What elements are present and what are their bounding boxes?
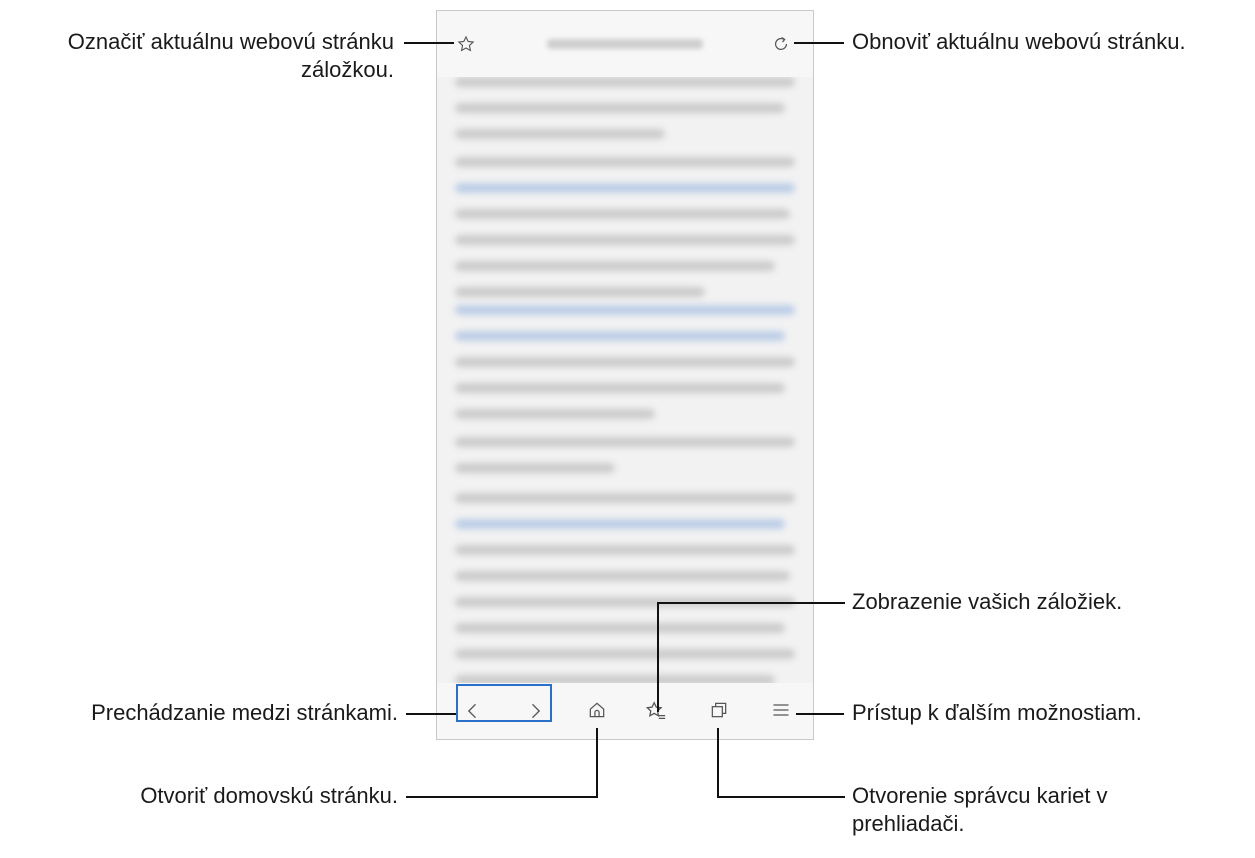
callout-line-home: [406, 796, 598, 798]
callout-tabs-line2: prehliadači.: [852, 811, 965, 836]
callout-bookmarks-view: Zobrazenie vašich záložiek.: [852, 589, 1123, 614]
refresh-icon[interactable]: [771, 34, 791, 54]
callout-line-tabs-vertical: [717, 728, 719, 798]
browser-screen: [436, 10, 814, 740]
navigation-highlight: [456, 684, 552, 722]
callout-line-bookmarks-view: [657, 602, 845, 604]
callout-line-more-options: [796, 713, 844, 715]
callout-more-options: Prístup k ďalším možnostiam.: [852, 700, 1142, 725]
callout-line-home-vertical: [596, 728, 598, 798]
callout-home: Otvoriť domovskú stránku.: [140, 783, 398, 808]
callout-bookmark-line1: Označiť aktuálnu webovú stránku: [67, 29, 394, 54]
callout-line-bookmarks-view-vertical: [657, 602, 659, 712]
callout-line-navigate: [406, 713, 456, 715]
web-page-content: [437, 77, 813, 697]
callout-tabs-line1: Otvorenie správcu kariet v: [852, 783, 1108, 808]
callout-refresh: Obnoviť aktuálnu webovú stránku.: [852, 29, 1186, 54]
star-list-icon[interactable]: [645, 700, 667, 722]
callout-tabs: Otvorenie správcu kariet v prehliadači.: [852, 782, 1108, 838]
callout-line-refresh: [794, 42, 844, 44]
home-icon[interactable]: [587, 700, 607, 720]
callout-line-tabs: [717, 796, 845, 798]
callout-bookmark-line2: záložkou.: [301, 57, 394, 82]
star-outline-icon[interactable]: [457, 35, 475, 53]
callout-navigate: Prechádzanie medzi stránkami.: [91, 700, 398, 725]
tabs-icon[interactable]: [709, 700, 729, 720]
hamburger-menu-icon[interactable]: [771, 700, 791, 720]
browser-top-bar: [437, 11, 813, 77]
callout-bookmark: Označiť aktuálnu webovú stránku záložkou…: [0, 28, 394, 84]
callout-line-bookmark: [404, 42, 454, 44]
url-bar[interactable]: [547, 39, 703, 49]
